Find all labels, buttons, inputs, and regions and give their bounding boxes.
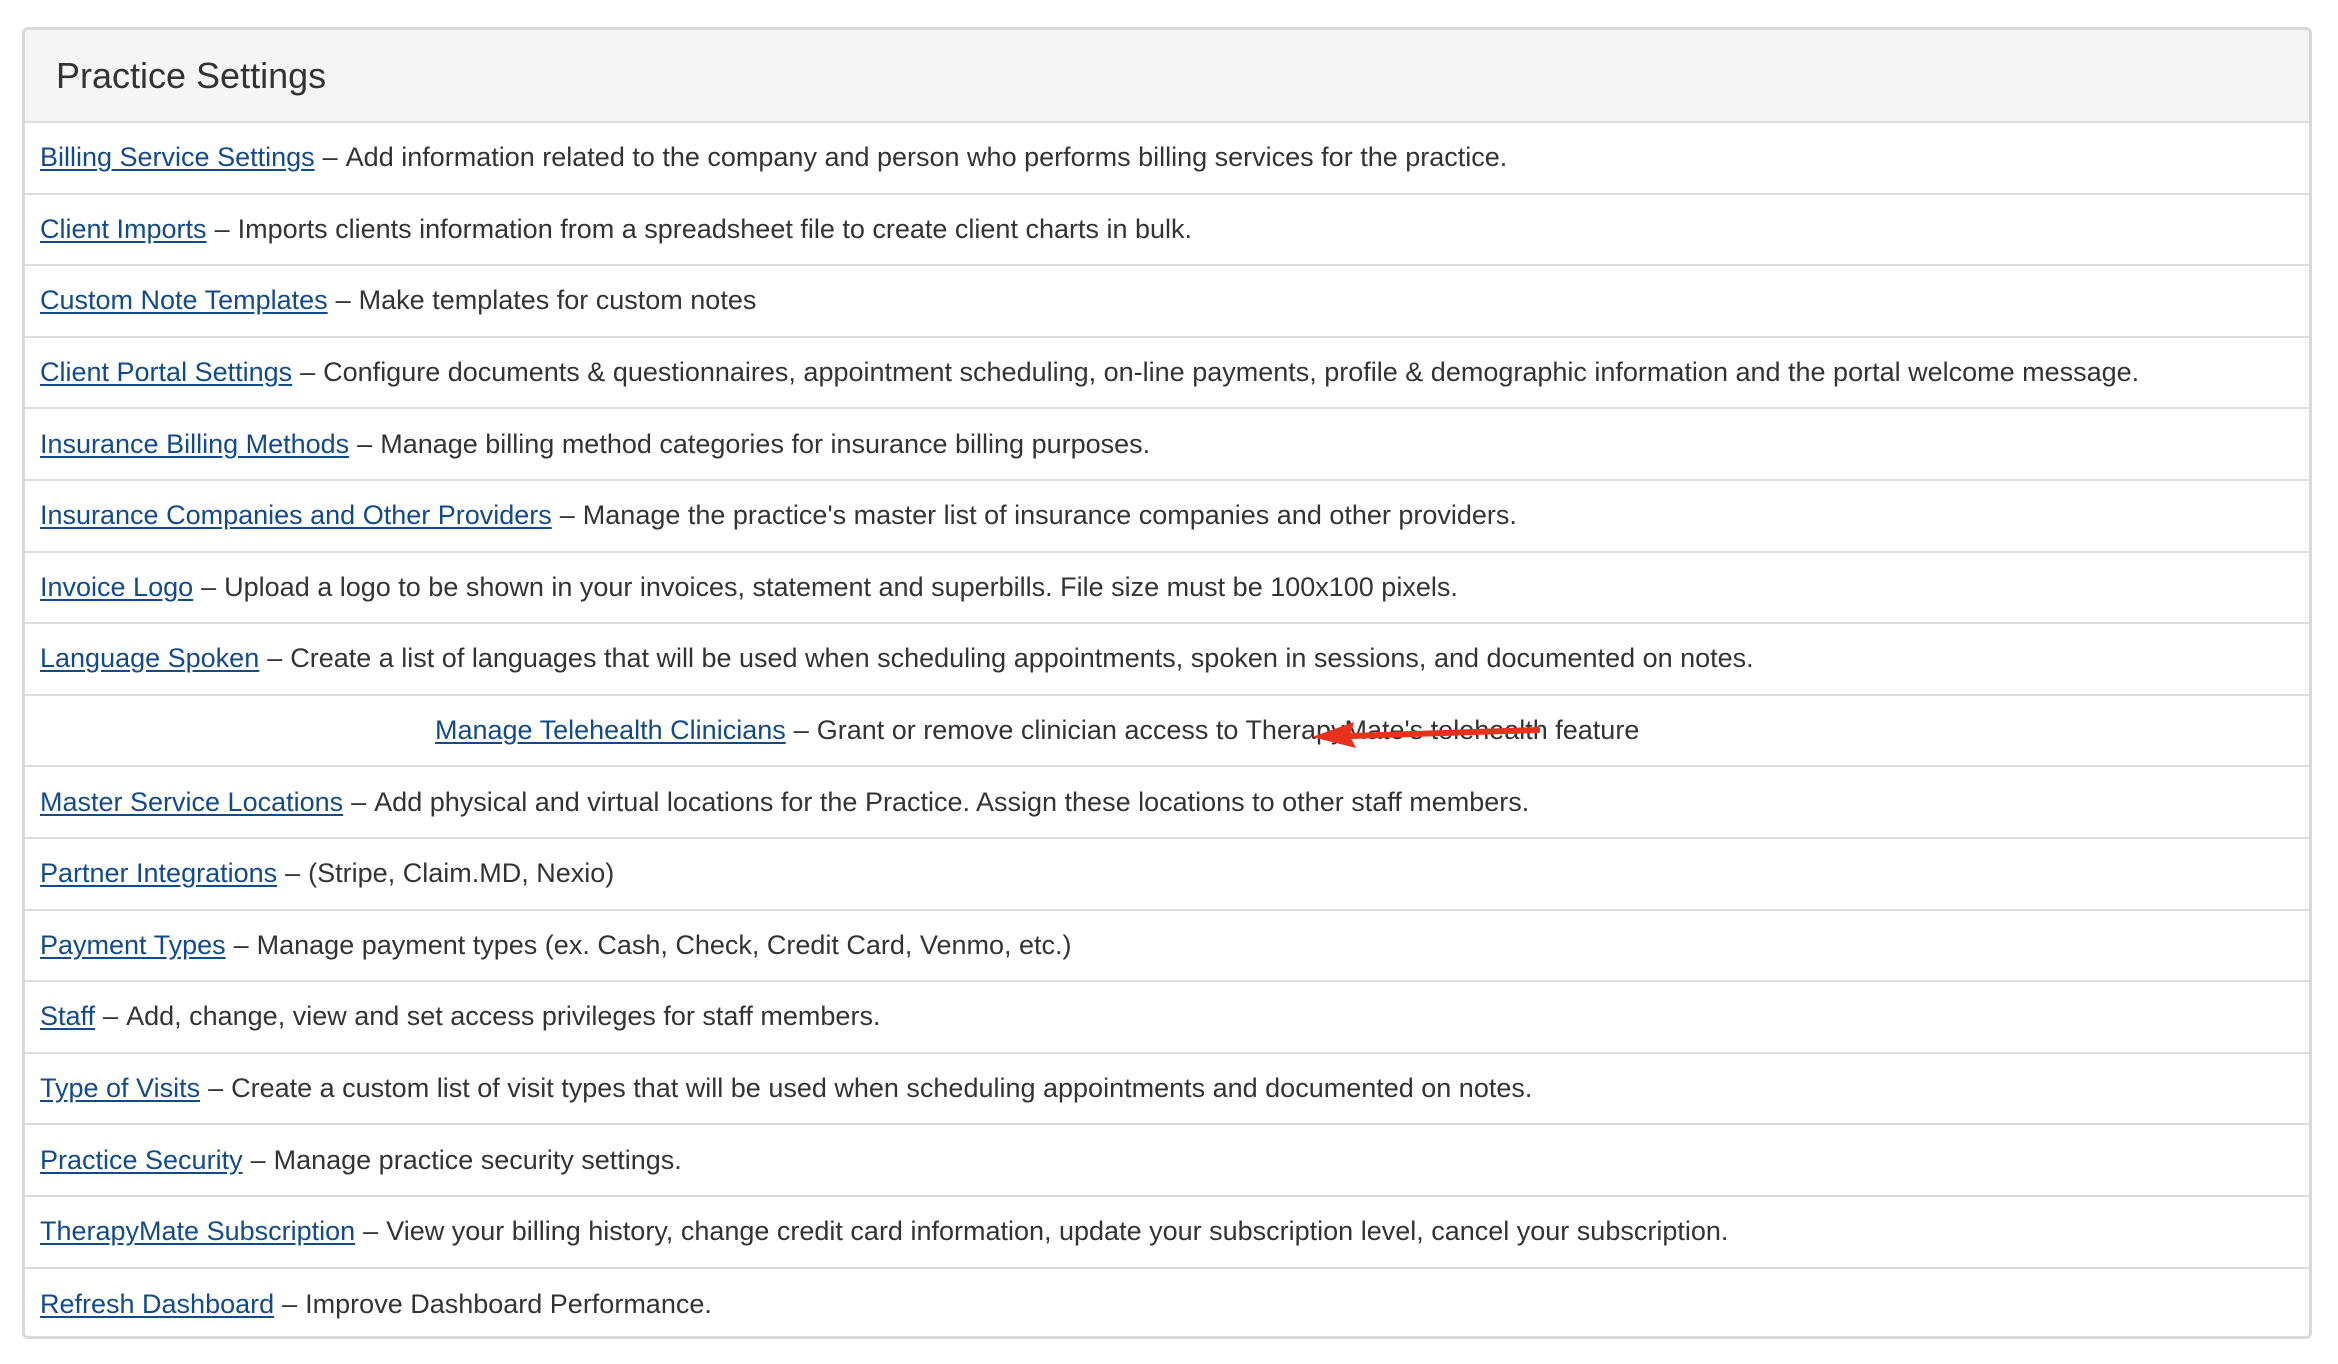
settings-description: View your billing history, change credit… — [386, 1216, 1729, 1247]
link-insurance-companies-and-other-providers[interactable]: Insurance Companies and Other Providers — [40, 500, 552, 531]
separator: – — [357, 428, 373, 459]
settings-description: Add, change, view and set access privile… — [126, 1001, 881, 1032]
settings-row-manage-telehealth-clinicians: Manage Telehealth Clinicians – Grant or … — [25, 696, 2309, 768]
practice-settings-panel: Practice Settings Billing Service Settin… — [22, 27, 2312, 1339]
settings-description: Add information related to the company a… — [345, 142, 1508, 173]
settings-description: Manage payment types (ex. Cash, Check, C… — [256, 929, 1072, 960]
settings-description: (Stripe, Claim.MD, Nexio) — [308, 858, 615, 889]
link-master-service-locations[interactable]: Master Service Locations — [40, 787, 343, 818]
settings-row-client-imports: Client Imports – Imports clients informa… — [25, 195, 2309, 267]
link-practice-security[interactable]: Practice Security — [40, 1145, 243, 1176]
link-invoice-logo[interactable]: Invoice Logo — [40, 572, 193, 603]
separator: – — [103, 1001, 119, 1032]
separator: – — [559, 500, 575, 531]
separator: – — [267, 643, 283, 674]
separator: – — [214, 213, 230, 244]
settings-row-client-portal-settings: Client Portal Settings – Configure docum… — [25, 338, 2309, 410]
separator: – — [201, 571, 217, 602]
arrow-left-icon — [1312, 721, 1540, 748]
separator: – — [250, 1144, 266, 1175]
settings-row-staff: Staff – Add, change, view and set access… — [25, 982, 2309, 1054]
settings-description: Configure documents & questionnaires, ap… — [323, 357, 2140, 388]
settings-row-insurance-companies-and-other-providers: Insurance Companies and Other Providers … — [25, 481, 2309, 553]
settings-description: Create a list of languages that will be … — [290, 643, 1754, 674]
separator: – — [233, 929, 249, 960]
settings-description: Manage billing method categories for ins… — [380, 428, 1151, 459]
link-payment-types[interactable]: Payment Types — [40, 930, 226, 961]
panel-title: Practice Settings — [56, 54, 327, 96]
settings-row-language-spoken: Language Spoken – Create a list of langu… — [25, 624, 2309, 696]
settings-description: Improve Dashboard Performance. — [305, 1288, 712, 1319]
link-client-imports[interactable]: Client Imports — [40, 214, 207, 245]
separator: – — [282, 1288, 298, 1319]
settings-row-practice-security: Practice Security – Manage practice secu… — [25, 1125, 2309, 1197]
settings-description: Add physical and virtual locations for t… — [374, 786, 1530, 817]
link-refresh-dashboard[interactable]: Refresh Dashboard — [40, 1289, 274, 1320]
link-insurance-billing-methods[interactable]: Insurance Billing Methods — [40, 429, 349, 460]
link-custom-note-templates[interactable]: Custom Note Templates — [40, 285, 328, 316]
settings-row-master-service-locations: Master Service Locations – Add physical … — [25, 767, 2309, 839]
settings-row-partner-integrations: Partner Integrations – (Stripe, Claim.MD… — [25, 839, 2309, 911]
settings-description: Imports clients information from a sprea… — [237, 213, 1193, 244]
separator: – — [363, 1216, 379, 1247]
link-staff[interactable]: Staff — [40, 1001, 95, 1032]
link-client-portal-settings[interactable]: Client Portal Settings — [40, 357, 292, 388]
link-type-of-visits[interactable]: Type of Visits — [40, 1073, 200, 1104]
settings-row-type-of-visits: Type of Visits – Create a custom list of… — [25, 1054, 2309, 1126]
link-partner-integrations[interactable]: Partner Integrations — [40, 858, 277, 889]
settings-description: Manage the practice's master list of ins… — [582, 500, 1517, 531]
settings-row-refresh-dashboard: Refresh Dashboard – Improve Dashboard Pe… — [25, 1269, 2309, 1337]
settings-list: Billing Service Settings – Add informati… — [25, 123, 2309, 1337]
separator: – — [351, 786, 367, 817]
settings-row-custom-note-templates: Custom Note Templates – Make templates f… — [25, 266, 2309, 338]
settings-row-payment-types: Payment Types – Manage payment types (ex… — [25, 911, 2309, 983]
settings-row-therapymate-subscription: TherapyMate Subscription – View your bil… — [25, 1197, 2309, 1269]
panel-header: Practice Settings — [25, 30, 2309, 123]
settings-description: Create a custom list of visit types that… — [231, 1073, 1533, 1104]
separator: – — [322, 142, 338, 173]
link-language-spoken[interactable]: Language Spoken — [40, 643, 259, 674]
separator: – — [335, 285, 351, 316]
settings-description: Make templates for custom notes — [358, 285, 757, 316]
settings-description: Upload a logo to be shown in your invoic… — [224, 571, 1458, 602]
settings-row-invoice-logo: Invoice Logo – Upload a logo to be shown… — [25, 553, 2309, 625]
separator: – — [300, 357, 316, 388]
link-manage-telehealth-clinicians[interactable]: Manage Telehealth Clinicians — [435, 715, 786, 746]
separator: – — [208, 1073, 224, 1104]
settings-description: Manage practice security settings. — [273, 1144, 682, 1175]
link-billing-service-settings[interactable]: Billing Service Settings — [40, 142, 315, 173]
link-therapymate-subscription[interactable]: TherapyMate Subscription — [40, 1216, 355, 1247]
separator: – — [793, 715, 809, 746]
settings-row-billing-service-settings: Billing Service Settings – Add informati… — [25, 123, 2309, 195]
separator: – — [285, 858, 301, 889]
settings-row-insurance-billing-methods: Insurance Billing Methods – Manage billi… — [25, 409, 2309, 481]
